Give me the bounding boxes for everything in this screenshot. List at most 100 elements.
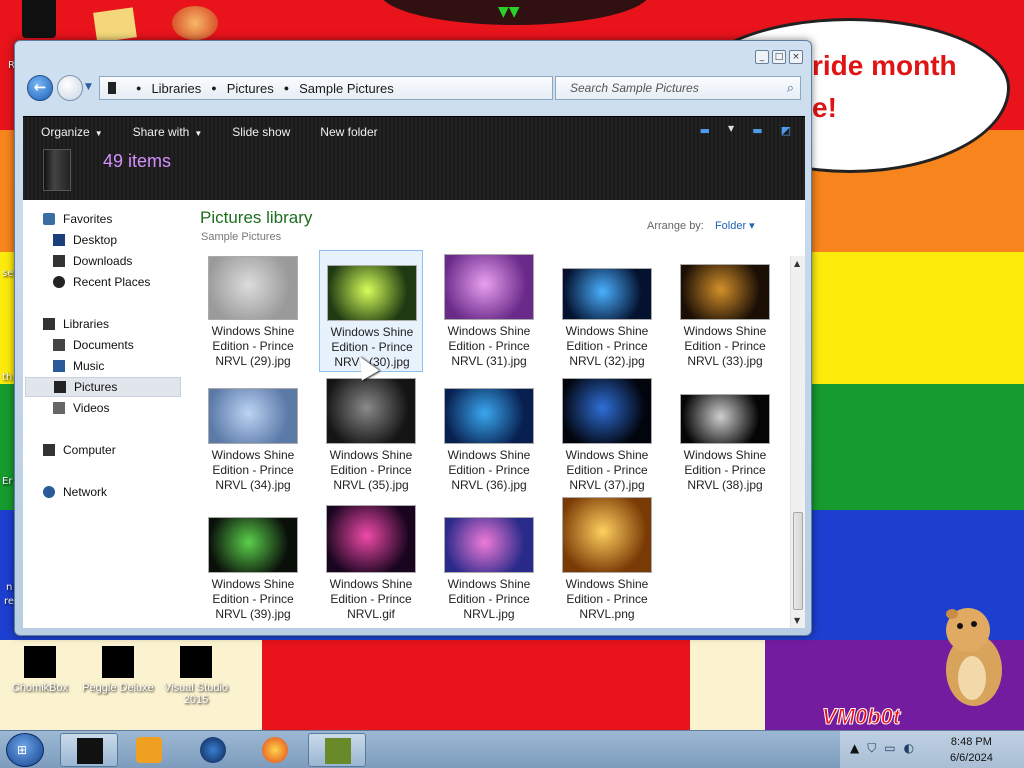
nav-downloads[interactable]: Downloads xyxy=(53,251,132,271)
desktop-icon-chomikbox[interactable]: ChomikBox xyxy=(0,646,80,694)
recent-pages-dropdown[interactable]: ▼ xyxy=(85,82,92,92)
breadcrumb[interactable]: ● Libraries ● Pictures ● Sample Pictures… xyxy=(99,76,617,100)
share-with-menu[interactable]: Share with ▼ xyxy=(133,125,203,139)
file-item[interactable]: Windows Shine Edition - Prince NRVL.gif xyxy=(319,503,423,625)
search-icon[interactable]: ⌕ xyxy=(787,80,794,96)
breadcrumb-sample-pictures[interactable]: Sample Pictures xyxy=(299,81,394,96)
nav-favorites[interactable]: Favorites xyxy=(43,209,112,229)
back-button[interactable]: ← xyxy=(27,75,53,101)
help-icon[interactable]: ◩ xyxy=(781,124,791,137)
new-folder-button[interactable]: New folder xyxy=(320,125,377,139)
nav-videos[interactable]: Videos xyxy=(53,398,109,418)
nav-computer[interactable]: Computer xyxy=(43,440,116,460)
close-button[interactable]: × xyxy=(789,50,803,64)
network-tray-icon[interactable]: ▭ xyxy=(884,741,895,756)
maximize-button[interactable]: □ xyxy=(772,50,786,64)
scroll-down-icon[interactable]: ▼ xyxy=(794,616,800,625)
forward-button[interactable] xyxy=(57,75,83,101)
file-thumbnail xyxy=(444,388,534,444)
nav-label: Recent Places xyxy=(73,275,151,289)
file-item[interactable]: Windows Shine Edition - Prince NRVL (38).j… xyxy=(673,374,777,496)
file-item[interactable]: Windows Shine Edition - Prince NRVL (29).j… xyxy=(201,250,305,372)
nav-documents[interactable]: Documents xyxy=(53,335,134,355)
security-shield-icon[interactable]: ⛉ xyxy=(867,741,876,756)
file-thumbnail xyxy=(208,517,298,573)
globe-icon xyxy=(200,737,226,763)
pictures-icon xyxy=(54,381,66,393)
hamster-mascot-icon xyxy=(946,608,1002,706)
nav-recent-places[interactable]: Recent Places xyxy=(53,272,150,292)
vertical-scrollbar[interactable]: ▲ ▼ xyxy=(790,256,805,628)
wallpaper-character-eyes: ▼▼ xyxy=(498,4,520,20)
library-subtitle: Sample Pictures xyxy=(201,231,282,243)
desktop-edge-label: se xyxy=(2,268,14,279)
recycle-bin-icon[interactable] xyxy=(22,0,56,38)
file-item[interactable]: Windows Shine Edition - Prince NRVL.png xyxy=(555,497,659,625)
file-item[interactable]: Windows Shine Edition - Prince NRVL (31).j… xyxy=(437,250,541,372)
file-item[interactable]: Windows Shine Edition - Prince NRVL (39).j… xyxy=(201,503,305,625)
volume-icon[interactable]: ◐ xyxy=(904,741,914,756)
taskbar-app-firefox[interactable] xyxy=(246,733,304,767)
libraries-icon xyxy=(77,738,103,764)
nav-desktop[interactable]: Desktop xyxy=(53,230,117,250)
file-thumbnail xyxy=(327,265,417,321)
visual-studio-icon xyxy=(180,646,212,678)
recent-places-icon xyxy=(53,276,65,288)
breadcrumb-separator[interactable]: ● xyxy=(284,83,289,93)
arrange-by-label: Arrange by: xyxy=(647,220,704,232)
arrange-by-value: Folder xyxy=(714,220,747,232)
file-name: Windows Shine Edition - Prince NRVL.gif xyxy=(329,577,413,621)
nav-pictures[interactable]: Pictures xyxy=(25,377,181,397)
taskbar-app-libraries[interactable] xyxy=(60,733,118,767)
breadcrumb-libraries[interactable]: Libraries xyxy=(151,81,201,96)
search-input[interactable]: Search Sample Pictures ⌕ xyxy=(555,76,801,100)
explorer-window[interactable]: _ □ × ← ▼ ● Libraries ● Pictures ● Sampl… xyxy=(14,40,812,636)
scrollbar-thumb[interactable] xyxy=(793,512,803,610)
library-icon xyxy=(43,149,71,191)
file-thumbnail xyxy=(208,256,298,320)
taskbar-app-media-player[interactable] xyxy=(120,733,178,767)
app-orb-icon[interactable] xyxy=(172,6,218,40)
change-view-icon[interactable]: ▬ xyxy=(700,124,710,137)
file-item[interactable]: Windows Shine Edition - Prince NRVL (35).j… xyxy=(319,374,423,496)
nav-label: Favorites xyxy=(63,212,113,226)
preview-pane-icon[interactable]: ▬ xyxy=(752,124,762,137)
file-name: Windows Shine Edition - Prince NRVL (36).j… xyxy=(447,448,531,492)
file-item-selected[interactable]: Windows Shine Edition - Prince NRVL (30).j… xyxy=(319,250,423,372)
minimize-button[interactable]: _ xyxy=(755,50,769,64)
chevron-down-icon[interactable]: ▼ xyxy=(728,124,734,137)
system-clock[interactable]: 8:48 PM 6/6/2024 xyxy=(950,734,993,766)
file-item[interactable]: Windows Shine Edition - Prince NRVL (37).j… xyxy=(555,374,659,496)
file-name: Windows Shine Edition - Prince NRVL (35).j… xyxy=(329,448,413,492)
nav-network[interactable]: Network xyxy=(43,482,107,502)
chevron-down-icon: ▼ xyxy=(194,129,203,138)
show-hidden-icons-icon[interactable]: ▲ xyxy=(850,741,859,756)
file-item[interactable]: Windows Shine Edition - Prince NRVL (33).j… xyxy=(673,250,777,372)
nav-music[interactable]: Music xyxy=(53,356,104,376)
file-thumbnail xyxy=(680,264,770,320)
breadcrumb-separator[interactable]: ● xyxy=(211,83,216,93)
desktop-icon-peggle-deluxe[interactable]: Peggle Deluxe xyxy=(78,646,158,694)
desktop-icon-visual-studio[interactable]: Visual Studio 2015 xyxy=(156,646,236,706)
folder-icon[interactable] xyxy=(93,7,137,43)
documents-icon xyxy=(53,339,65,351)
search-placeholder: Search Sample Pictures xyxy=(570,81,699,95)
arrange-by-dropdown[interactable]: Folder ▾ xyxy=(715,220,755,232)
taskbar-app-chomikbox[interactable] xyxy=(308,733,366,767)
nav-label: Downloads xyxy=(73,254,133,268)
desktop-edge-label: n xyxy=(6,582,13,593)
breadcrumb-separator[interactable]: ● xyxy=(136,83,141,93)
file-item[interactable]: Windows Shine Edition - Prince NRVL (36).j… xyxy=(437,374,541,496)
scroll-up-icon[interactable]: ▲ xyxy=(794,259,800,268)
slide-show-button[interactable]: Slide show xyxy=(232,125,290,139)
file-item[interactable]: Windows Shine Edition - Prince NRVL.jpg xyxy=(437,503,541,625)
music-icon xyxy=(53,360,65,372)
organize-menu[interactable]: Organize ▼ xyxy=(41,125,103,139)
file-item[interactable]: Windows Shine Edition - Prince NRVL (34).j… xyxy=(201,374,305,496)
file-item[interactable]: Windows Shine Edition - Prince NRVL (32).j… xyxy=(555,250,659,372)
breadcrumb-pictures[interactable]: Pictures xyxy=(227,81,274,96)
taskbar: ⊞ ▲ ⛉ ▭ ◐ 8:48 PM 6/6/2024 xyxy=(0,730,1024,768)
taskbar-app-browser[interactable] xyxy=(184,733,242,767)
file-name: Windows Shine Edition - Prince NRVL (38).j… xyxy=(683,448,767,492)
nav-libraries[interactable]: Libraries xyxy=(43,314,109,334)
